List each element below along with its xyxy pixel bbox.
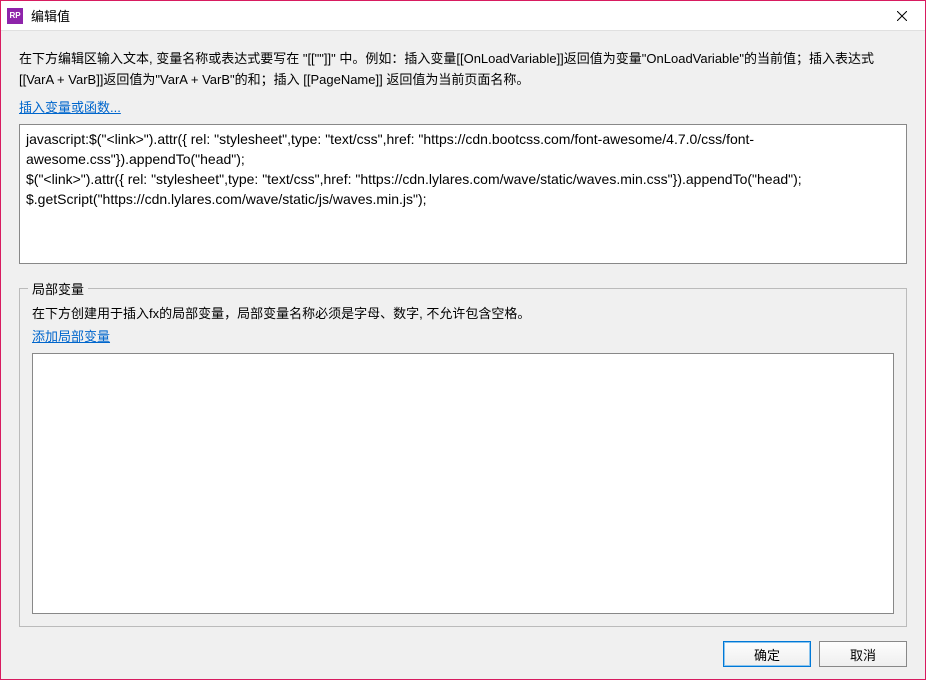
button-row: 确定 取消 — [19, 641, 907, 667]
close-icon — [897, 11, 907, 21]
cancel-button[interactable]: 取消 — [819, 641, 907, 667]
local-variables-instruction: 在下方创建用于插入fx的局部变量，局部变量名称必须是字母、数字, 不允许包含空格… — [32, 303, 894, 322]
window-title: 编辑值 — [31, 6, 879, 25]
titlebar: RP 编辑值 — [1, 1, 925, 31]
dialog-content: 在下方编辑区输入文本, 变量名称或表达式要写在 "[[""]]" 中。例如：插入… — [1, 31, 925, 679]
insert-variable-link[interactable]: 插入变量或函数... — [19, 97, 121, 116]
local-variables-list[interactable] — [32, 353, 894, 614]
close-button[interactable] — [879, 1, 925, 31]
instruction-text: 在下方编辑区输入文本, 变量名称或表达式要写在 "[[""]]" 中。例如：插入… — [19, 49, 907, 91]
app-icon: RP — [7, 8, 23, 24]
local-variables-legend: 局部变量 — [28, 279, 88, 298]
ok-button[interactable]: 确定 — [723, 641, 811, 667]
expression-textarea[interactable] — [19, 124, 907, 264]
local-variables-fieldset: 局部变量 在下方创建用于插入fx的局部变量，局部变量名称必须是字母、数字, 不允… — [19, 288, 907, 627]
add-local-variable-link[interactable]: 添加局部变量 — [32, 326, 110, 345]
